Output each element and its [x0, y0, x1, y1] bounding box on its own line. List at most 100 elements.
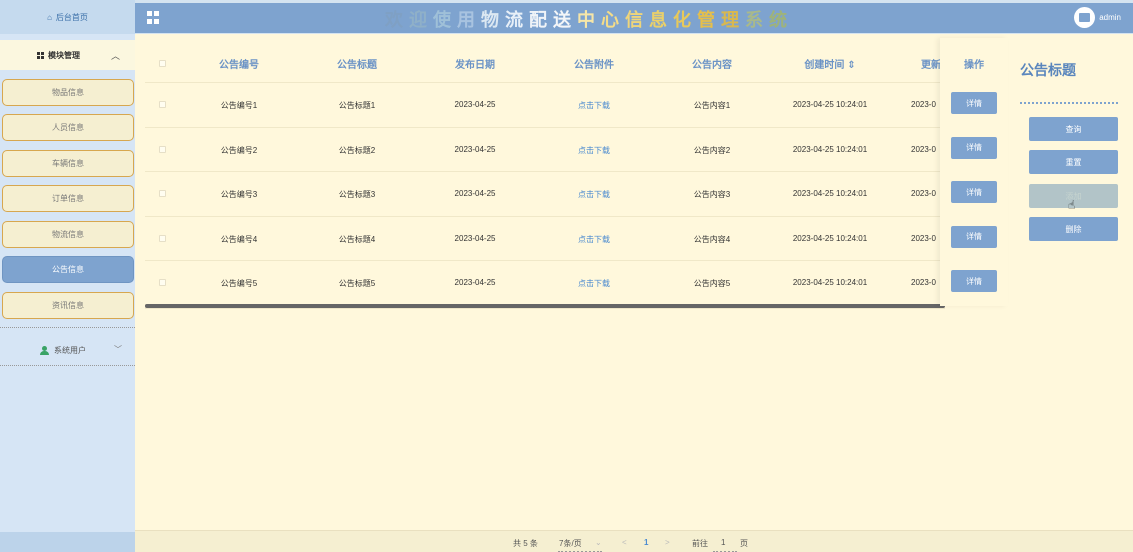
- module-label: 模块管理: [48, 50, 80, 60]
- cell-updated: 2023-04-25 10:24:01: [911, 233, 936, 243]
- goto-label: 前往: [692, 539, 708, 548]
- pagination: 共 5 条 7条/页 ⌄ < 1 > 前往 1 页: [135, 530, 1133, 552]
- detail-button[interactable]: 详情: [951, 270, 997, 292]
- delete-button[interactable]: 删除: [1029, 217, 1118, 241]
- search-button[interactable]: 查询: [1029, 117, 1118, 141]
- title-char: 流: [505, 10, 529, 30]
- system-title: 欢迎使用物流配送中心信息化管理系统: [385, 6, 793, 32]
- title-char: 统: [769, 10, 793, 30]
- title-char: 物: [481, 10, 505, 30]
- download-link[interactable]: 点击下载: [578, 100, 610, 111]
- operation-column: 操作 详情 详情 详情 详情 详情: [940, 38, 1008, 306]
- user-menu[interactable]: admin: [1074, 7, 1121, 28]
- sidebar-item-order[interactable]: 订单信息: [2, 185, 134, 212]
- home-link[interactable]: ⌂ 后台首页: [0, 0, 135, 34]
- sidebar-item-goods[interactable]: 物品信息: [2, 79, 134, 106]
- table-header: 公告编号 公告标题 发布日期 公告附件 公告内容 创建时间 ⇕ 更新: [145, 38, 940, 82]
- detail-button[interactable]: 详情: [951, 181, 997, 203]
- cell-code: 公告编号2: [220, 145, 258, 155]
- cell-title: 公告标题1: [338, 101, 376, 110]
- notice-table: 公告编号 公告标题 发布日期 公告附件 公告内容 创建时间 ⇕ 更新 公告编号1…: [145, 38, 940, 303]
- goto-page-input[interactable]: 1: [721, 538, 725, 547]
- table-row[interactable]: 公告编号2 公告标题2 2023-04-25 点击下载 公告内容2 2023-04-25 …: [145, 126, 940, 171]
- cell-updated: 2023-04-25 10:24:01: [911, 189, 936, 198]
- cell-date: 2023-04-25: [454, 144, 496, 154]
- header-attachment[interactable]: 公告附件: [574, 56, 614, 71]
- sidebar-item-notice[interactable]: 公告信息: [2, 256, 134, 283]
- sidebar: 模块管理 ︿ 物品信息 人员信息 车辆信息 订单信息 物流信息 公告信息 资讯信…: [0, 34, 135, 552]
- detail-button[interactable]: 详情: [951, 225, 997, 248]
- menu-toggle-icon[interactable]: [147, 11, 160, 24]
- cell-code: 公告编号4: [220, 234, 258, 244]
- sidebar-item-staff[interactable]: 人员信息: [2, 114, 134, 141]
- detail-button[interactable]: 详情: [951, 92, 997, 114]
- next-page-button[interactable]: >: [665, 538, 670, 547]
- cell-updated: 2023-04-25 10:24:01: [911, 278, 936, 287]
- top-bar: 欢迎使用物流配送中心信息化管理系统 admin: [135, 3, 1133, 33]
- title-char: 送: [553, 10, 577, 30]
- row-checkbox[interactable]: [159, 145, 166, 153]
- cell-date: 2023-04-25: [454, 278, 496, 287]
- cell-code: 公告编号3: [220, 190, 258, 199]
- cell-content: 公告内容2: [693, 145, 731, 155]
- sidebar-item-vehicle[interactable]: 车辆信息: [2, 150, 134, 177]
- cell-content: 公告内容3: [693, 190, 731, 199]
- cell-content: 公告内容1: [693, 101, 731, 110]
- user-icon: [40, 345, 49, 355]
- reset-button[interactable]: 重置: [1029, 150, 1118, 174]
- row-checkbox[interactable]: [159, 279, 166, 286]
- scrollbar-thumb[interactable]: [145, 304, 945, 308]
- header-created[interactable]: 创建时间 ⇕: [804, 56, 855, 71]
- table-row[interactable]: 公告编号1 公告标题1 2023-04-25 点击下载 公告内容1 2023-04-25 …: [145, 82, 940, 126]
- module-management-menu[interactable]: 模块管理 ︿: [0, 40, 135, 70]
- cell-code: 公告编号5: [220, 279, 258, 288]
- header-updated[interactable]: 更新: [921, 56, 940, 71]
- title-char: 信: [625, 10, 649, 30]
- cell-date: 2023-04-25: [454, 100, 496, 109]
- header-title[interactable]: 公告标题: [337, 56, 377, 71]
- system-user-menu[interactable]: 系统用户 ﹀: [0, 340, 135, 360]
- header-date[interactable]: 发布日期: [455, 56, 495, 71]
- sidebar-item-news[interactable]: 资讯信息: [2, 292, 134, 319]
- table-row[interactable]: 公告编号3 公告标题3 2023-04-25 点击下载 公告内容3 2023-04-25 …: [145, 171, 940, 215]
- prev-page-button[interactable]: <: [622, 538, 627, 547]
- header-operation: 操作: [964, 60, 984, 71]
- title-char: 理: [721, 10, 745, 30]
- title-char: 迎: [409, 10, 433, 30]
- horizontal-scrollbar[interactable]: [145, 304, 945, 309]
- detail-button[interactable]: 详情: [951, 136, 997, 159]
- cell-updated: 2023-04-25 10:24:01: [911, 144, 936, 154]
- search-panel-title: 公告标题: [1020, 62, 1076, 78]
- avatar-icon: [1074, 7, 1096, 28]
- row-checkbox[interactable]: [159, 101, 166, 108]
- hand-cursor-icon: ☝: [1068, 198, 1076, 212]
- header-content[interactable]: 公告内容: [692, 56, 732, 71]
- title-char: 用: [457, 10, 481, 30]
- download-link[interactable]: 点击下载: [578, 278, 610, 289]
- select-all-checkbox[interactable]: [159, 60, 166, 67]
- search-input[interactable]: [1020, 102, 1118, 104]
- header-code[interactable]: 公告编号: [219, 56, 259, 71]
- header-bar: ⌂ 后台首页 欢迎使用物流配送中心信息化管理系统 admin: [0, 0, 1133, 34]
- cell-content: 公告内容4: [693, 234, 731, 244]
- download-link[interactable]: 点击下载: [578, 145, 610, 156]
- page-size-select[interactable]: 7条/页: [559, 538, 582, 549]
- cell-title: 公告标题3: [338, 190, 376, 199]
- download-link[interactable]: 点击下载: [578, 189, 610, 200]
- sidebar-footer: [0, 532, 135, 552]
- table-row[interactable]: 公告编号5 公告标题5 2023-04-25 点击下载 公告内容5 2023-04-25 …: [145, 260, 940, 303]
- sidebar-item-logistics[interactable]: 物流信息: [2, 221, 134, 248]
- divider: [0, 365, 135, 366]
- row-checkbox[interactable]: [159, 234, 166, 242]
- row-checkbox[interactable]: [159, 190, 166, 197]
- chevron-down-icon: ﹀: [114, 345, 122, 354]
- cell-date: 2023-04-25: [454, 189, 496, 198]
- table-row[interactable]: 公告编号4 公告标题4 2023-04-25 点击下载 公告内容4 2023-04-25 …: [145, 215, 940, 260]
- page-number-current[interactable]: 1: [644, 538, 648, 547]
- page-unit-label: 页: [740, 539, 748, 548]
- cell-created: 2023-04-25 10:24:01: [792, 144, 868, 154]
- download-link[interactable]: 点击下载: [578, 234, 610, 245]
- home-label: 后台首页: [55, 12, 88, 22]
- cell-title: 公告标题4: [338, 234, 376, 244]
- title-char: 管: [697, 10, 721, 30]
